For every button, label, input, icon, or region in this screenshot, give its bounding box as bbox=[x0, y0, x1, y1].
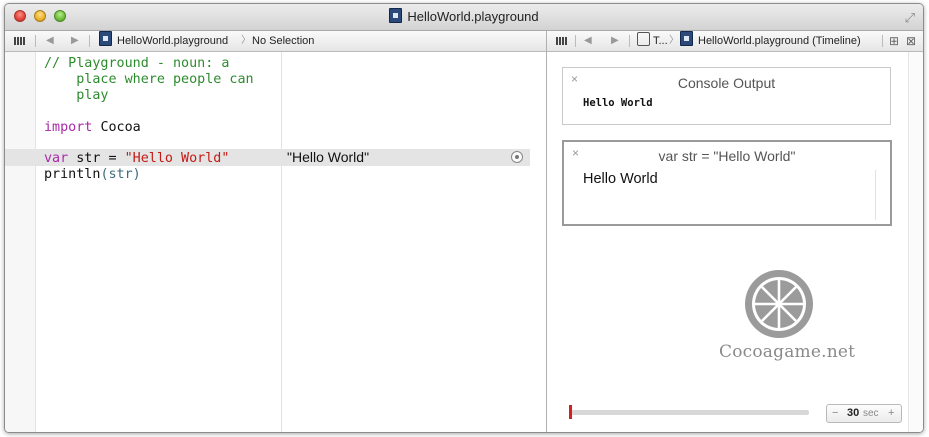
increment-icon[interactable]: + bbox=[888, 405, 894, 422]
code-comment-line-1: // Playground - noun: a bbox=[44, 56, 230, 71]
jump-bar-divider bbox=[629, 35, 630, 47]
duration-unit: sec bbox=[863, 408, 879, 419]
watermark-text: Cocoagame.net bbox=[719, 342, 856, 362]
var-keyword: var bbox=[44, 151, 69, 166]
playground-file-icon bbox=[99, 31, 112, 46]
playground-file-icon bbox=[389, 8, 403, 23]
jump-bar-divider bbox=[575, 35, 576, 47]
forward-arrow-icon[interactable]: ▶ bbox=[611, 31, 619, 51]
card-scrollbar[interactable] bbox=[875, 170, 876, 220]
code-println-line: println(str) bbox=[44, 167, 141, 183]
decrement-icon[interactable]: − bbox=[832, 405, 838, 422]
value-history-title: var str = "Hello World" bbox=[658, 148, 796, 164]
duration-stepper[interactable]: − 30 sec + bbox=[826, 404, 902, 423]
jump-bar-group-crumb[interactable]: T... bbox=[637, 31, 668, 51]
code-comment-line-2: place where people can bbox=[44, 72, 254, 87]
duration-value[interactable]: 30 bbox=[847, 405, 859, 422]
console-output-card: × Console Output Hello World bbox=[562, 67, 891, 125]
console-output-title: Console Output bbox=[677, 75, 776, 91]
value-history-text: Hello World bbox=[583, 171, 658, 187]
println-arguments: (str) bbox=[100, 167, 141, 182]
timeline-scrollbar[interactable] bbox=[908, 52, 923, 432]
string-literal: "Hello World" bbox=[124, 151, 230, 166]
jump-bar-file-crumb[interactable]: HelloWorld.playground bbox=[99, 31, 228, 51]
title-bar: HelloWorld.playground ⤢ bbox=[5, 4, 923, 31]
forward-arrow-icon[interactable]: ▶ bbox=[71, 31, 79, 51]
editor-file-label: HelloWorld.playground bbox=[117, 35, 229, 47]
back-arrow-icon[interactable]: ◀ bbox=[584, 31, 592, 51]
println-function: println bbox=[44, 167, 101, 182]
timeline-slider[interactable] bbox=[569, 410, 809, 415]
result-circle-icon[interactable] bbox=[511, 151, 523, 163]
window-title: HelloWorld.playground bbox=[5, 4, 923, 30]
close-editor-icon[interactable]: ⊠ bbox=[906, 31, 916, 51]
import-module: Cocoa bbox=[100, 120, 141, 135]
orange-slice-logo bbox=[745, 270, 813, 338]
grid-menu-icon[interactable] bbox=[14, 37, 25, 45]
fullscreen-icon[interactable]: ⤢ bbox=[905, 10, 915, 26]
line-gutter bbox=[5, 52, 36, 432]
code-var-line: var str = "Hello World" bbox=[44, 151, 229, 167]
source-editor[interactable]: // Playground - noun: a place where peop… bbox=[5, 52, 546, 432]
code-import-line: import Cocoa bbox=[44, 120, 141, 136]
jump-bar-divider bbox=[35, 35, 36, 47]
chevron-right-icon: 〉 bbox=[241, 35, 251, 46]
timeline-file-label: HelloWorld.playground (Timeline) bbox=[698, 35, 861, 47]
grid-menu-icon[interactable] bbox=[556, 37, 567, 45]
timeline-jump-bar: ◀ ▶ T... 〉 HelloWorld.playground (Timeli… bbox=[547, 31, 923, 52]
timeline-editor: × Console Output Hello World × var str =… bbox=[547, 52, 923, 432]
results-sidebar-divider bbox=[281, 52, 282, 432]
timeline-group-label: T... bbox=[653, 35, 668, 47]
jump-bar-divider bbox=[89, 35, 90, 47]
timeline-slider-thumb[interactable] bbox=[569, 405, 572, 419]
console-output-text: Hello World bbox=[583, 97, 653, 109]
jump-bar-selection[interactable]: No Selection bbox=[252, 31, 314, 51]
line-result-value: "Hello World" bbox=[287, 149, 370, 165]
code-comment-line-3: play bbox=[44, 88, 109, 103]
chevron-right-icon: 〉 bbox=[669, 35, 679, 46]
add-editor-icon[interactable]: ⊞ bbox=[889, 31, 899, 51]
playground-file-icon bbox=[680, 31, 693, 46]
jump-bar-divider bbox=[882, 35, 883, 47]
editor-jump-bar: ◀ ▶ HelloWorld.playground 〉 No Selection bbox=[5, 31, 546, 52]
jump-bar-timeline-crumb[interactable]: HelloWorld.playground (Timeline) bbox=[680, 31, 861, 51]
assistant-icon bbox=[637, 32, 650, 46]
value-history-card: × var str = "Hello World" Hello World bbox=[562, 140, 892, 226]
playground-window: HelloWorld.playground ⤢ ◀ ▶ HelloWorld.p… bbox=[4, 3, 924, 433]
back-arrow-icon[interactable]: ◀ bbox=[46, 31, 54, 51]
window-title-text: HelloWorld.playground bbox=[407, 9, 539, 24]
var-declaration: str = bbox=[76, 151, 125, 166]
import-keyword: import bbox=[44, 120, 93, 135]
